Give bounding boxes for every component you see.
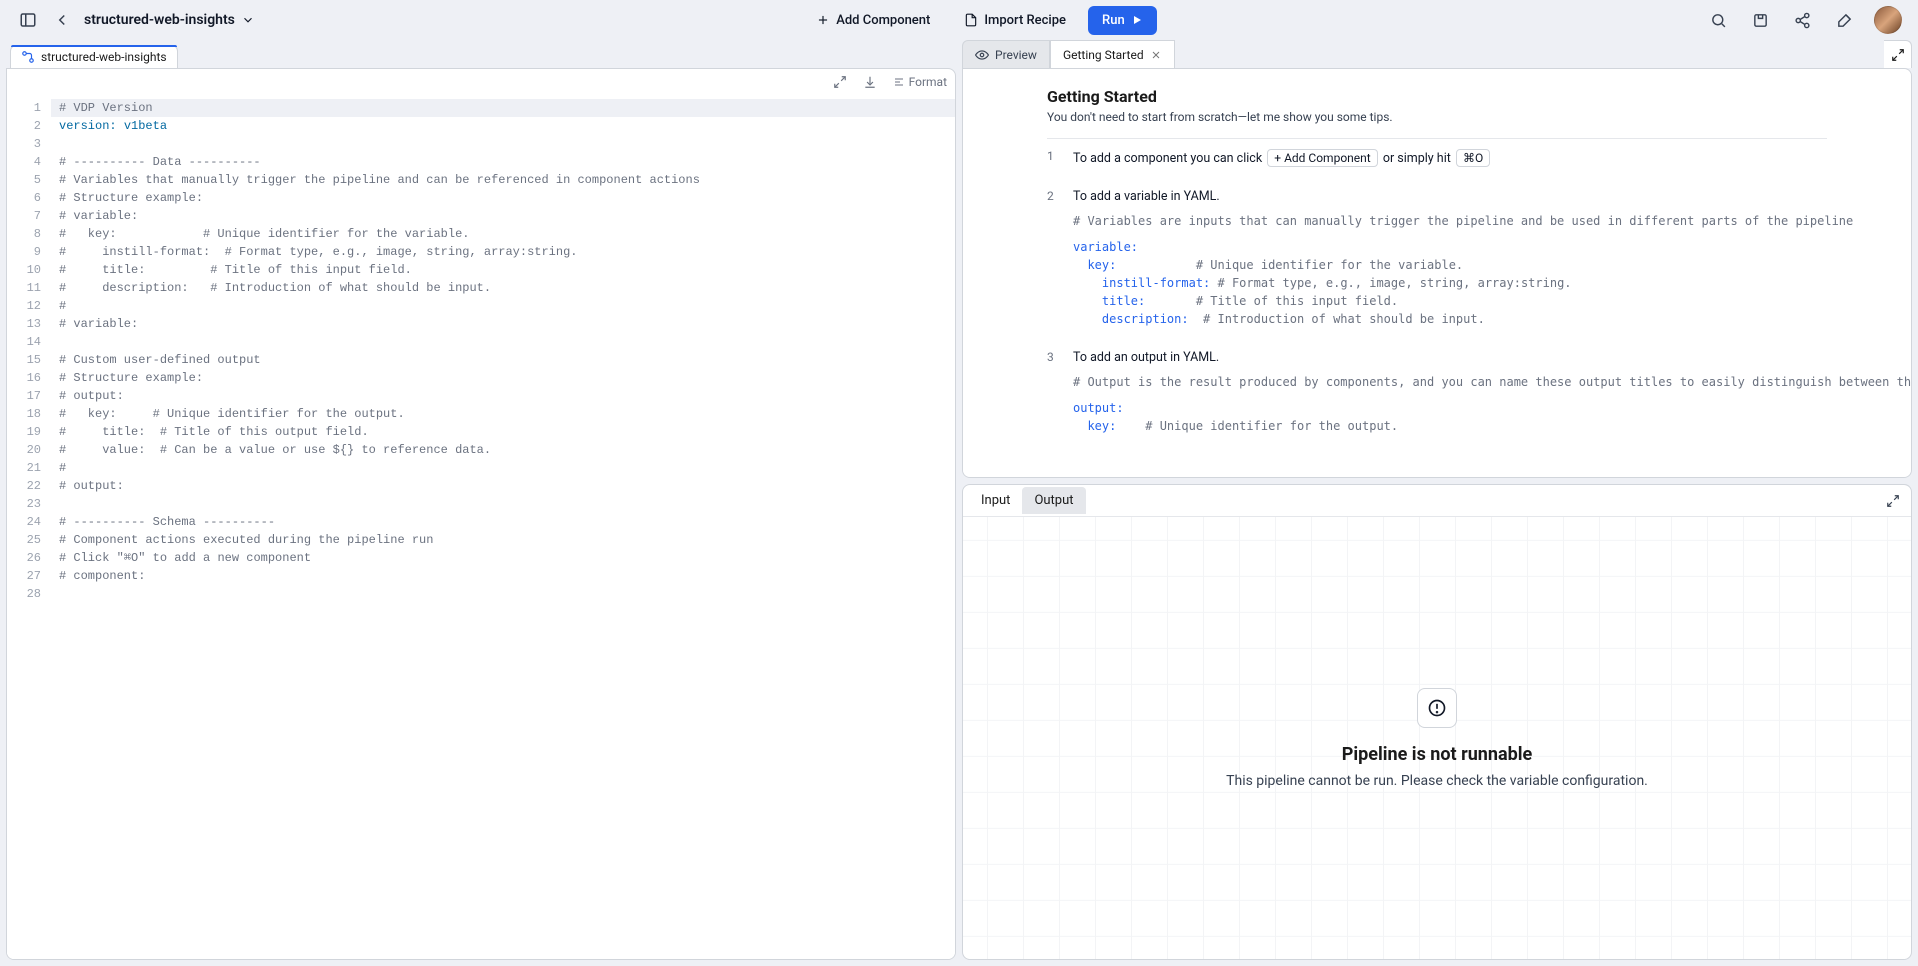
panel-io: Input Output Pipeline is no xyxy=(962,484,1912,960)
publish-icon[interactable] xyxy=(1832,8,1856,32)
expand-right-icon[interactable] xyxy=(1884,40,1912,68)
chevron-down-icon xyxy=(241,13,255,27)
file-icon xyxy=(964,13,978,27)
play-icon xyxy=(1131,14,1143,26)
format-icon xyxy=(893,76,905,88)
io-body: Pipeline is not runnable This pipeline c… xyxy=(963,517,1911,959)
tab-output-label: Output xyxy=(1034,493,1073,508)
sidebar-toggle-icon[interactable] xyxy=(16,8,40,32)
tab-getting-started[interactable]: Getting Started xyxy=(1050,40,1175,68)
import-recipe-label: Import Recipe xyxy=(984,13,1066,28)
tab-preview-label: Preview xyxy=(995,48,1037,62)
code-editor[interactable]: 1234567891011121314151617181920212223242… xyxy=(7,95,955,959)
maximize-icon[interactable] xyxy=(833,75,847,89)
tab-preview[interactable]: Preview xyxy=(962,40,1050,68)
editor-card: Format 123456789101112131415161718192021… xyxy=(6,68,956,960)
expand-io-icon[interactable] xyxy=(1881,489,1905,513)
share-icon[interactable] xyxy=(1790,8,1814,32)
tab-getting-started-label: Getting Started xyxy=(1063,48,1144,62)
pane-editor: structured-web-insights Format 123456789… xyxy=(0,40,962,966)
panel-getting-started: Getting Started You don't need to start … xyxy=(962,68,1912,478)
run-label: Run xyxy=(1102,13,1125,28)
add-component-label: Add Component xyxy=(836,13,930,28)
tab-input[interactable]: Input xyxy=(969,487,1022,514)
run-button[interactable]: Run xyxy=(1088,6,1157,35)
editor-toolbar: Format xyxy=(7,69,955,95)
tab-output[interactable]: Output xyxy=(1022,487,1085,514)
line-gutter: 1234567891011121314151617181920212223242… xyxy=(7,95,51,959)
workspace: structured-web-insights Format 123456789… xyxy=(0,40,1918,966)
gs-list: 1To add a component you can click + Add … xyxy=(1047,138,1827,447)
editor-tab[interactable]: structured-web-insights xyxy=(10,45,178,68)
alert-icon xyxy=(1417,688,1457,728)
code-area[interactable]: # VDP Versionversion: v1beta # ---------… xyxy=(51,95,955,959)
pipeline-icon xyxy=(21,50,35,64)
import-recipe-button[interactable]: Import Recipe xyxy=(952,7,1078,34)
plus-icon xyxy=(816,13,830,27)
eye-icon xyxy=(975,48,989,62)
pane-right: Preview Getting Started Getting Started … xyxy=(962,40,1918,966)
download-icon[interactable] xyxy=(863,75,877,89)
project-name[interactable]: structured-web-insights xyxy=(84,12,255,28)
io-error-desc: This pipeline cannot be run. Please chec… xyxy=(1226,773,1648,789)
top-bar: structured-web-insights Add Component Im… xyxy=(0,0,1918,40)
avatar[interactable] xyxy=(1874,6,1902,34)
back-icon[interactable] xyxy=(50,8,74,32)
format-label: Format xyxy=(909,75,947,89)
close-icon[interactable] xyxy=(1150,49,1162,61)
editor-tabs: structured-web-insights xyxy=(6,40,956,68)
io-tabs: Input Output xyxy=(963,485,1911,517)
right-tabs: Preview Getting Started xyxy=(962,40,1912,68)
gs-title: Getting Started xyxy=(1047,87,1827,106)
search-icon[interactable] xyxy=(1706,8,1730,32)
gs-subtitle: You don't need to start from scratch—let… xyxy=(1047,110,1827,124)
io-error-title: Pipeline is not runnable xyxy=(1226,744,1648,765)
add-component-button[interactable]: Add Component xyxy=(804,7,942,34)
save-icon[interactable] xyxy=(1748,8,1772,32)
format-button[interactable]: Format xyxy=(893,75,947,89)
tab-input-label: Input xyxy=(981,493,1010,508)
editor-tab-label: structured-web-insights xyxy=(41,50,167,64)
project-name-label: structured-web-insights xyxy=(84,12,235,28)
